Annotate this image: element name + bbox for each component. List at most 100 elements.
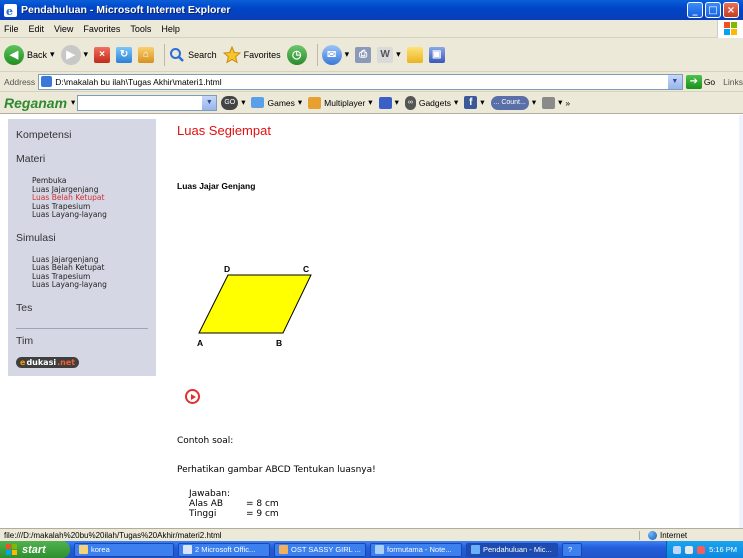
answer-label: Jawaban: [189,489,231,499]
mail-icon: ✉ [321,44,342,65]
edit-button[interactable]: W ▾ [377,46,401,63]
taskbar: start korea 2 Microsoft Offic... OST SAS… [0,541,743,558]
task-help[interactable]: ? [562,542,582,557]
star-icon [222,45,241,64]
office-icon [183,545,192,554]
simulasi-item-layang-layang[interactable]: Luas Layang-layang [32,280,148,290]
clock[interactable]: 5:16 PM [709,545,737,554]
minimize-button[interactable]: _ [687,2,703,18]
answer-table: Alas AB = 8 cm Tinggi = 9 cm [189,499,279,519]
security-zone: Internet [639,530,743,540]
media-icon [279,545,288,554]
play-button-icon[interactable] [185,389,200,404]
search-icon [170,47,184,62]
gadgets-button[interactable]: ∞ Gadgets ▾ [404,95,459,110]
counter-pill: ... Count... [490,95,529,110]
menu-favorites[interactable]: Favorites [83,24,120,34]
multiplayer-button[interactable]: Multiplayer ▾ [308,96,373,109]
go-pill-button[interactable]: GO ▾ [221,95,245,110]
games-icon [251,97,265,108]
back-label: Back [27,49,48,60]
menu-tools[interactable]: Tools [130,24,151,34]
chevron-down-icon[interactable]: ▼ [667,74,682,89]
search-label: Search [188,49,217,60]
sidebar-tim[interactable]: Tim [16,335,148,347]
standard-toolbar: ◀ Back ▾ ▶ ▾ × ↻ ⌂ Search Favorites ◷ ✉ … [0,38,743,72]
status-bar: file:///D:/makalah%20bu%20ilah/Tugas%20A… [0,528,743,541]
history-icon: ◷ [286,44,307,65]
materi-item-layang-layang[interactable]: Luas Layang-layang [32,210,148,220]
reganam-search-input[interactable]: ▼ [77,94,218,111]
simulasi-list: Luas Jajargenjang Luas Belah Ketupat Lua… [16,255,148,290]
chevron-down-icon: ▾ [480,97,485,107]
reganam-logo[interactable]: Reganam [4,95,67,111]
widget-icon [542,96,556,109]
messenger-button[interactable]: ▣ [428,46,445,63]
folder-icon [406,46,423,63]
refresh-button[interactable]: ↻ [116,46,133,63]
antivirus-icon[interactable] [697,545,706,554]
example-question: Perhatikan gambar ABCD Tentukan luasnya! [177,465,376,475]
back-arrow-icon: ◀ [4,44,24,65]
menu-edit[interactable]: Edit [29,24,45,34]
more-button[interactable]: ▾ » [542,96,570,109]
chevron-down-icon: ▾ [558,97,563,107]
stop-icon: × [94,46,111,63]
sidebar-tes[interactable]: Tes [16,302,148,314]
counter-widget[interactable]: ... Count... ▾ [490,95,536,110]
search-button[interactable]: Search [169,47,217,63]
chevron-down-icon: ▾ [453,97,459,107]
menu-file[interactable]: File [4,24,19,34]
history-button[interactable]: ◷ [286,44,307,65]
start-button[interactable]: start [0,541,70,558]
vertical-scrollbar[interactable] [739,115,743,528]
reganam-toolbar: Reganam ▾ ▼ GO ▾ Games ▾ Multiplayer ▾ ▾… [0,92,743,114]
folder-button[interactable] [406,46,423,63]
menu-view[interactable]: View [54,24,73,34]
task-notepad[interactable]: formutama - Note... [370,542,462,557]
sidebar-kompetensi[interactable]: Kompetensi [16,129,148,141]
materi-list: Pembuka Luas Jajargenjang Luas Belah Ket… [16,176,148,220]
apps-grid-button[interactable]: ▾ [378,96,399,109]
facebook-button[interactable]: f ▾ [464,96,485,109]
links-button[interactable]: Links [723,77,743,87]
task-office[interactable]: 2 Microsoft Offic... [178,542,270,557]
maximize-button[interactable]: □ [705,2,721,18]
mail-button[interactable]: ✉ ▾ [321,44,349,65]
task-ost[interactable]: OST SASSY GIRL ... [274,542,366,557]
stop-button[interactable]: × [94,46,111,63]
favorites-button[interactable]: Favorites [222,45,281,64]
go-pill-label: GO [221,95,239,110]
gadgets-label: Gadgets [418,97,451,108]
grid-icon [378,96,392,109]
task-pendahuluan[interactable]: Pendahuluan - Mic... [466,542,558,557]
chevron-down-icon: ▾ [50,49,55,59]
language-icon[interactable] [685,545,694,554]
menu-bar: File Edit View Favorites Tools Help [0,20,743,38]
notepad-icon [375,545,384,554]
home-button[interactable]: ⌂ [138,46,155,63]
sidebar-materi[interactable]: Materi [16,153,148,165]
page-title: Luas Segiempat [177,123,271,138]
sidebar-simulasi[interactable]: Simulasi [16,232,148,244]
multiplayer-label: Multiplayer [324,97,366,108]
research-icon: ▣ [428,46,445,63]
print-button[interactable]: ⎙ [355,46,372,63]
chevron-down-icon[interactable]: ▾ [71,97,75,108]
go-button[interactable]: ➔ Go [685,74,715,89]
forward-button[interactable]: ▶ ▾ [60,44,88,65]
menu-help[interactable]: Help [161,24,180,34]
chevron-down-icon[interactable]: ▼ [202,95,217,110]
refresh-icon: ↻ [116,46,133,63]
close-button[interactable]: × [723,2,739,18]
task-korea[interactable]: korea [74,542,174,557]
example-heading: Contoh soal: [177,436,234,446]
answer-row-alas: Alas AB = 8 cm [189,499,279,509]
chevron-down-icon: ▾ [396,49,401,59]
edukasi-logo[interactable]: e dukasi .net [16,356,148,368]
network-icon[interactable] [673,545,682,554]
tinggi-label: Tinggi [189,509,217,519]
games-button[interactable]: Games ▾ [251,97,302,108]
address-input[interactable]: D:\makalah bu ilah\Tugas Akhir\materi1.h… [38,73,683,90]
back-button[interactable]: ◀ Back ▾ [4,44,55,65]
